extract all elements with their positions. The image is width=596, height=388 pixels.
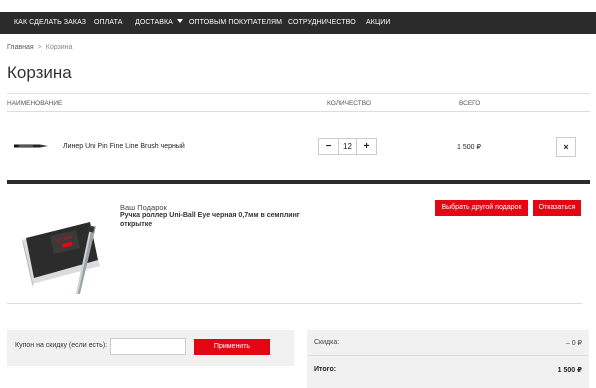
column-header-total: ВСЕГО	[459, 100, 481, 107]
section-divider-bar	[7, 180, 590, 184]
divider	[307, 355, 589, 356]
divider	[7, 111, 590, 112]
quantity-stepper: − 12 +	[318, 138, 377, 155]
top-navigation: КАК СДЕЛАТЬ ЗАКАЗ ОПЛАТА ДОСТАВКА ОПТОВЫ…	[0, 12, 596, 34]
remove-item-button[interactable]: ×	[556, 137, 576, 157]
order-summary	[307, 330, 589, 388]
coupon-label: Купон на скидку (если есть):	[15, 342, 108, 349]
gift-image: Uni-ball	[22, 222, 100, 294]
decline-gift-button[interactable]: Отказаться	[533, 200, 581, 216]
nav-promotions[interactable]: АКЦИИ	[366, 12, 391, 34]
nav-delivery-label: ДОСТАВКА	[135, 19, 173, 26]
total-label: Итого:	[314, 366, 337, 373]
nav-cooperation[interactable]: СОТРУДНИЧЕСТВО	[288, 12, 356, 34]
page-title: Корзина	[7, 63, 72, 82]
divider	[7, 93, 590, 94]
column-header-name: НАИМЕНОВАНИЕ	[7, 100, 63, 107]
breadcrumb-separator: >	[37, 44, 42, 51]
product-name[interactable]: Линер Uni Pin Fine Line Brush черный	[63, 143, 185, 150]
breadcrumb-current: Корзина	[45, 44, 73, 51]
choose-other-gift-button[interactable]: Выбрать другой подарок	[435, 200, 528, 216]
product-thumbnail[interactable]	[14, 143, 48, 149]
nav-delivery[interactable]: ДОСТАВКА	[135, 12, 183, 34]
discount-label: Скидка:	[314, 339, 340, 346]
chevron-down-icon	[176, 19, 183, 24]
apply-coupon-button[interactable]: Применить	[194, 339, 270, 355]
nav-payment[interactable]: ОПЛАТА	[94, 12, 123, 34]
divider	[7, 303, 582, 304]
close-icon: ×	[563, 142, 569, 152]
increment-button[interactable]: +	[357, 139, 376, 154]
discount-value: – 0 ₽	[565, 340, 582, 347]
breadcrumb: Главная > Корзина	[7, 44, 72, 51]
quantity-input[interactable]: 12	[338, 139, 357, 154]
decrement-button[interactable]: −	[319, 139, 338, 154]
coupon-input[interactable]	[110, 338, 186, 355]
total-value: 1 500 ₽	[557, 367, 582, 374]
gift-name[interactable]: Ручка роллер Uni-Ball Eye черная 0,7мм в…	[120, 211, 330, 229]
breadcrumb-home[interactable]: Главная	[7, 44, 34, 51]
nav-wholesale[interactable]: ОПТОВЫМ ПОКУПАТЕЛЯМ	[189, 12, 282, 34]
nav-how-to-order[interactable]: КАК СДЕЛАТЬ ЗАКАЗ	[14, 12, 86, 34]
column-header-quantity: КОЛИЧЕСТВО	[327, 100, 371, 107]
row-total: 1 500 ₽	[457, 144, 481, 151]
